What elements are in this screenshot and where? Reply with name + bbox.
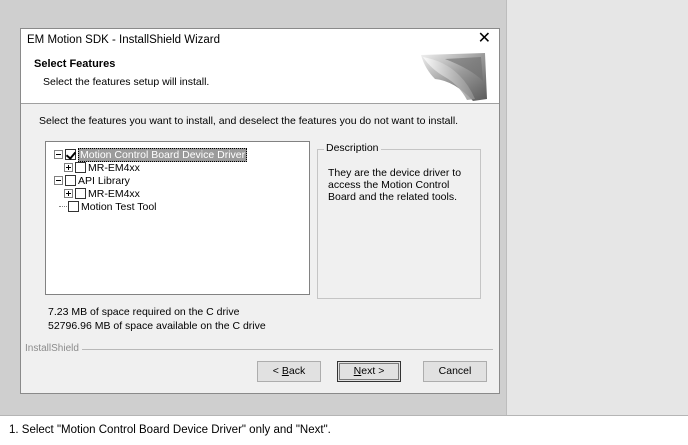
header-title: Select Features — [34, 58, 116, 70]
expand-icon[interactable] — [64, 189, 73, 198]
next-button-rest: ext > — [361, 365, 385, 377]
separator-line — [25, 349, 493, 350]
back-button-rest: ack — [288, 365, 306, 377]
header-subtitle: Select the features setup will install. — [43, 76, 210, 88]
instruction-caption-bar: 1. Select "Motion Control Board Device D… — [0, 415, 688, 445]
description-legend: Description — [324, 142, 381, 154]
installshield-separator: InstallShield — [25, 343, 493, 355]
close-icon[interactable]: ✕ — [478, 31, 491, 47]
collapse-icon[interactable] — [54, 150, 63, 159]
tree-item-label: Motion Test Tool — [81, 200, 157, 213]
feature-tree[interactable]: Motion Control Board Device Driver MR-EM… — [45, 141, 310, 295]
right-margin-panel — [506, 0, 688, 415]
feature-checkbox[interactable] — [75, 162, 86, 173]
feature-checkbox[interactable] — [68, 201, 79, 212]
tree-item-label: Motion Control Board Device Driver — [78, 147, 248, 162]
installshield-brand-label: InstallShield — [25, 343, 82, 354]
installshield-banner-icon — [421, 53, 487, 101]
cancel-button[interactable]: Cancel — [423, 361, 487, 382]
back-button-prefix: < — [272, 365, 282, 377]
tree-item-mr-em4xx-driver[interactable]: MR-EM4xx — [64, 161, 140, 174]
tree-item-label: MR-EM4xx — [88, 161, 140, 174]
feature-checkbox[interactable] — [75, 188, 86, 199]
installshield-wizard-dialog: EM Motion SDK - InstallShield Wizard ✕ S… — [20, 28, 500, 394]
space-available-text: 52796.96 MB of space available on the C … — [48, 320, 266, 332]
expand-icon[interactable] — [64, 163, 73, 172]
back-button-accelerator: B — [281, 365, 289, 377]
tree-item-api-library[interactable]: API Library — [54, 174, 130, 187]
back-button[interactable]: < Back — [257, 361, 321, 382]
collapse-icon[interactable] — [54, 176, 63, 185]
tree-item-motion-test-tool[interactable]: Motion Test Tool — [59, 200, 157, 213]
description-text: They are the device driver to access the… — [328, 167, 462, 203]
window-title: EM Motion SDK - InstallShield Wizard — [27, 34, 221, 46]
tree-item-label: MR-EM4xx — [88, 187, 140, 200]
description-groupbox: Description They are the device driver t… — [317, 142, 481, 299]
tree-item-label: API Library — [78, 174, 130, 187]
feature-checkbox[interactable] — [65, 175, 76, 186]
tree-item-mr-em4xx-api[interactable]: MR-EM4xx — [64, 187, 140, 200]
wizard-header: Select Features Select the features setu… — [21, 51, 499, 104]
title-bar: EM Motion SDK - InstallShield Wizard ✕ — [21, 29, 499, 51]
next-button[interactable]: Next > — [337, 361, 401, 382]
tree-connector — [59, 205, 67, 208]
caption-text: 1. Select "Motion Control Board Device D… — [9, 424, 331, 436]
space-required-text: 7.23 MB of space required on the C drive — [48, 306, 240, 318]
tree-item-motion-control-board-device-driver[interactable]: Motion Control Board Device Driver — [54, 147, 248, 162]
feature-checkbox[interactable] — [65, 149, 76, 160]
instruction-text: Select the features you want to install,… — [39, 115, 459, 127]
